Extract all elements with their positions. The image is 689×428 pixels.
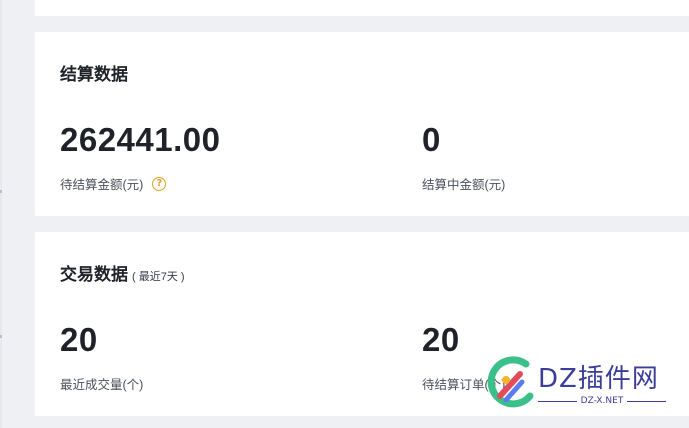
recent-volume-stat: 20 最近成交量(个): [60, 320, 143, 393]
watermark: DZ插件网 DZ-X.NET: [486, 352, 686, 418]
in-settlement-label: 结算中金额(元): [422, 178, 506, 192]
settlement-data-card: 结算数据 262441.00 待结算金额(元) ? 0 结算中金额(元): [35, 32, 689, 216]
pending-settlement-label: 待结算金额(元): [60, 178, 144, 192]
recent-volume-value: 20: [60, 321, 98, 358]
edge-marker: [0, 190, 2, 193]
edge-marker: [0, 335, 2, 338]
pending-settlement-stat: 262441.00 待结算金额(元) ?: [60, 120, 221, 193]
watermark-divider: [538, 400, 577, 402]
in-settlement-label-row: 结算中金额(元): [422, 174, 505, 193]
watermark-logo-icon: [487, 356, 534, 408]
pending-settlement-label-row: 待结算金额(元) ?: [60, 174, 221, 193]
trade-title: 交易数据 ( 最近7天 ): [60, 260, 185, 285]
left-panel-edge: [0, 0, 2, 428]
pending-settlement-value: 262441.00: [60, 121, 221, 158]
settlement-title-text: 结算数据: [60, 65, 128, 84]
trade-subtitle: ( 最近7天 ): [132, 271, 185, 283]
recent-volume-label-row: 最近成交量(个): [60, 374, 143, 393]
previous-card-stub: [35, 0, 689, 16]
watermark-domain: DZ-X.NET: [580, 396, 624, 406]
recent-volume-label: 最近成交量(个): [60, 378, 144, 392]
watermark-brand: DZ插件网: [538, 364, 659, 394]
watermark-divider: [627, 400, 666, 402]
watermark-domain-row: DZ-X.NET: [538, 396, 666, 406]
trade-title-text: 交易数据: [60, 265, 128, 284]
settlement-title: 结算数据: [60, 60, 128, 85]
question-circle-icon[interactable]: ?: [152, 176, 167, 191]
in-settlement-stat: 0 结算中金额(元): [422, 120, 505, 193]
in-settlement-value: 0: [422, 121, 441, 158]
